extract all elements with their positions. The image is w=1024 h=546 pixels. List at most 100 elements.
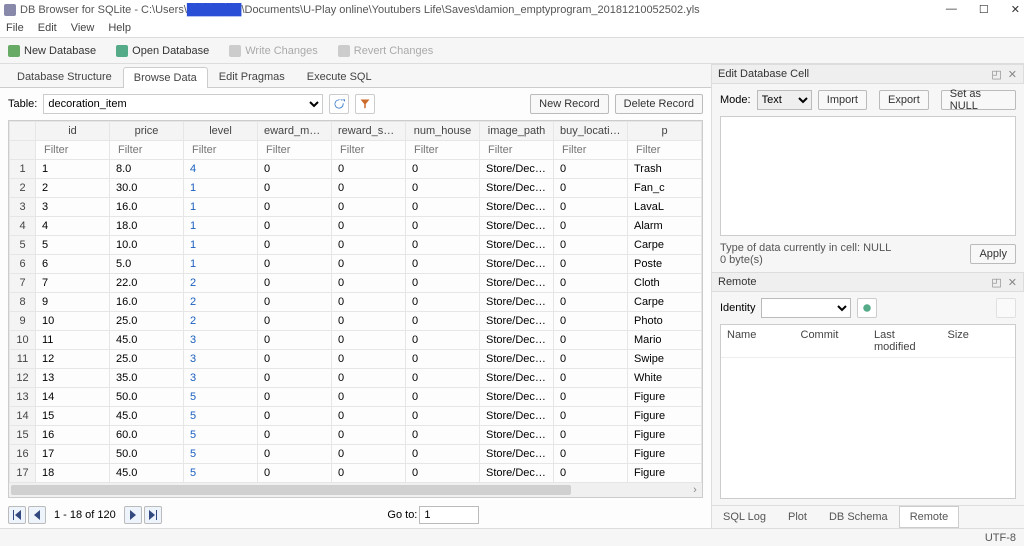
table-row[interactable]: 665.01000Store/Deco_R...0Poste [10,255,702,274]
horizontal-scrollbar[interactable]: › [9,483,702,497]
table-row[interactable]: 171845.05000Store/Deco_R...0Figure [10,464,702,483]
undock-icon[interactable]: ◰ [991,68,1001,81]
filter-input[interactable] [116,143,177,157]
identity-select[interactable] [761,298,851,318]
col-buy_location[interactable]: buy_location [554,122,628,141]
remote-list[interactable]: Name Commit Last modified Size [720,324,1016,499]
col-p[interactable]: p [628,122,702,141]
import-button[interactable]: Import [818,90,867,110]
table-label: Table: [8,98,37,110]
nav-last-button[interactable] [144,506,162,524]
tab-browse-data[interactable]: Browse Data [123,67,208,88]
table-row[interactable]: 91025.02000Store/Deco_R...0Photo [10,312,702,331]
table-row[interactable]: 161750.05000Store/Deco_R...0Figure [10,445,702,464]
nav-next-button[interactable] [124,506,142,524]
goto-input[interactable] [419,506,479,524]
remote-title: Remote [718,276,757,288]
table-row[interactable]: 4418.01000Store/Deco_R...0Alarm [10,217,702,236]
export-button[interactable]: Export [879,90,929,110]
open-database-button[interactable]: Open Database [116,45,209,57]
col-level[interactable]: level [184,122,258,141]
data-grid[interactable]: idpriceleveleward_motivatioreward_social… [8,120,703,498]
filter-input[interactable] [634,143,695,157]
table-row[interactable]: 8916.02000Store/Deco_R...0Carpe [10,293,702,312]
table-row[interactable]: 111225.03000Store/Deco_R...0Swipe [10,350,702,369]
table-row[interactable]: 5510.01000Store/Deco_R...0Carpe [10,236,702,255]
goto-label: Go to: [387,509,417,521]
col-image_path[interactable]: image_path [480,122,554,141]
write-icon [229,45,241,57]
close-panel-icon[interactable]: ✕ [1008,68,1017,81]
edit-cell-title: Edit Database Cell [718,68,809,80]
col-eward_motivatio[interactable]: eward_motivatio [258,122,332,141]
col-price[interactable]: price [110,122,184,141]
cell-type-info: Type of data currently in cell: NULL [720,242,891,254]
refresh-button[interactable] [329,94,349,114]
filter-input[interactable] [560,143,621,157]
remote-push-button[interactable] [996,298,1016,318]
menu-view[interactable]: View [71,22,95,34]
menu-edit[interactable]: Edit [38,22,57,34]
menu-file[interactable]: File [6,22,24,34]
toolbar: New Database Open Database Write Changes… [0,37,1024,64]
table-row[interactable]: 2230.01000Store/Deco_R...0Fan_c [10,179,702,198]
table-row[interactable]: 131450.05000Store/Deco_R...0Figure [10,388,702,407]
table-row[interactable]: 3316.01000Store/Deco_R...0LavaL [10,198,702,217]
remote-col-commit: Commit [795,325,869,357]
revert-icon [338,45,350,57]
table-row[interactable]: 121335.03000Store/Deco_R...0White [10,369,702,388]
table-row[interactable]: 141545.05000Store/Deco_R...0Figure [10,407,702,426]
maximize-button[interactable]: ☐ [979,3,989,16]
close-button[interactable]: ✕ [1011,3,1020,16]
tab-edit-pragmas[interactable]: Edit Pragmas [208,66,296,87]
filter-input[interactable] [338,143,399,157]
remote-col-name: Name [721,325,795,357]
open-db-icon [116,45,128,57]
new-record-button[interactable]: New Record [530,94,609,114]
table-select[interactable]: decoration_item [43,94,323,114]
rtab-sql-log[interactable]: SQL Log [712,506,777,528]
set-null-button[interactable]: Set as NULL [941,90,1016,110]
remote-col-last-modified: Last modified [868,325,942,357]
apply-button[interactable]: Apply [970,244,1016,264]
rtab-remote[interactable]: Remote [899,506,960,528]
revert-changes-button[interactable]: Revert Changes [338,45,434,57]
cell-editor[interactable] [720,116,1016,236]
table-row[interactable]: 151660.05000Store/Deco_R...0Figure [10,426,702,445]
table-row[interactable]: 7722.02000Store/Deco_R...0Cloth [10,274,702,293]
remote-refresh-button[interactable] [857,298,877,318]
filter-input[interactable] [264,143,325,157]
mode-select[interactable]: Text [757,90,812,110]
table-row[interactable]: 101145.03000Store/Deco_R...0Mario [10,331,702,350]
encoding-indicator: UTF-8 [985,532,1016,544]
undock-remote-icon[interactable]: ◰ [991,276,1001,289]
nav-prev-button[interactable] [28,506,46,524]
rtab-db-schema[interactable]: DB Schema [818,506,899,528]
table-row[interactable]: 118.04000Store/Deco_R...0Trash [10,160,702,179]
edit-cell-header: Edit Database Cell ◰ ✕ [712,64,1024,84]
new-db-icon [8,45,20,57]
delete-record-button[interactable]: Delete Record [615,94,703,114]
nav-first-button[interactable] [8,506,26,524]
clear-filters-button[interactable] [355,94,375,114]
filter-input[interactable] [412,143,473,157]
close-remote-icon[interactable]: ✕ [1008,276,1017,289]
cell-size-info: 0 byte(s) [720,254,891,266]
menu-help[interactable]: Help [108,22,131,34]
col-reward_social[interactable]: reward_social [332,122,406,141]
write-changes-button[interactable]: Write Changes [229,45,318,57]
filter-input[interactable] [42,143,103,157]
titlebar: DB Browser for SQLite - C:\Users\███████… [0,0,1024,20]
title-prefix: DB Browser for SQLite - C:\Users\ [20,4,187,16]
rtab-plot[interactable]: Plot [777,506,818,528]
filter-input[interactable] [486,143,547,157]
right-pane: Edit Database Cell ◰✕ Mode: Text Import … [712,64,1024,528]
nav-range: 1 - 18 of 120 [48,509,122,521]
filter-input[interactable] [190,143,251,157]
minimize-button[interactable]: — [946,3,957,16]
new-database-button[interactable]: New Database [8,45,96,57]
tab-database-structure[interactable]: Database Structure [6,66,123,87]
col-num_house[interactable]: num_house [406,122,480,141]
col-id[interactable]: id [36,122,110,141]
tab-execute-sql[interactable]: Execute SQL [296,66,383,87]
